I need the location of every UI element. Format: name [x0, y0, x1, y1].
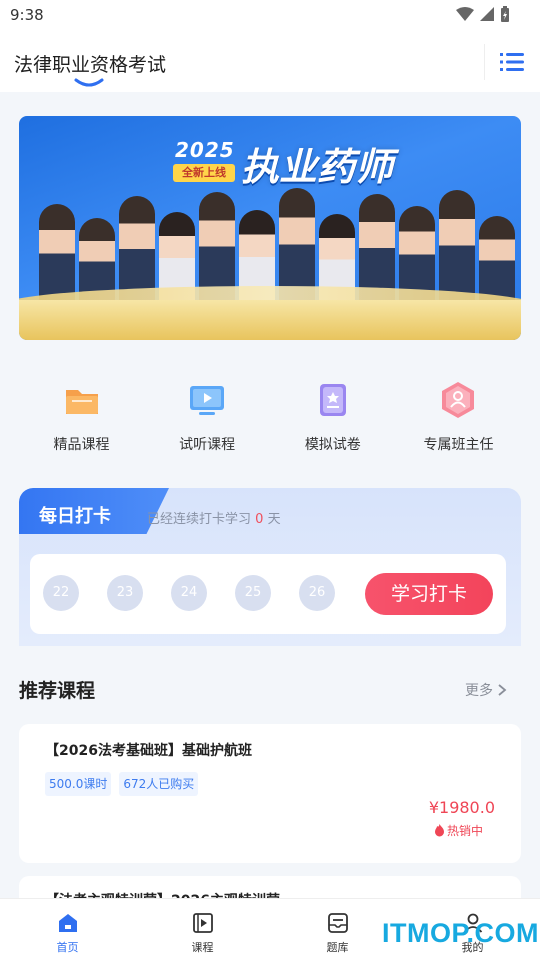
checkin-count: 0 [255, 512, 264, 527]
promo-banner[interactable]: 2025 全新上线 执业药师 [19, 116, 521, 340]
status-bar: 9:38 [0, 0, 540, 32]
status-icons [456, 6, 510, 22]
quick-nav-label: 专属班主任 [423, 437, 494, 453]
course-card[interactable]: 【2026法考基础班】基础护航班 500.0课时 672人已购买 ¥1980.0… [19, 724, 521, 863]
course-hot-badge: 热销中 [434, 822, 483, 839]
quick-nav-label: 模拟试卷 [304, 437, 361, 453]
battery-icon [501, 6, 509, 22]
app-header: 法律职业资格考试 [0, 32, 540, 92]
course-title: 【2026法考基础班】基础护航班 [45, 743, 252, 759]
checkin-panel: 22 23 24 25 26 学习打卡 [30, 554, 506, 634]
folder-icon [65, 390, 98, 414]
course-price: ¥1980.0 [428, 798, 495, 817]
banner-heading: 执业药师 [241, 145, 394, 189]
checkin-day: 26 [299, 575, 335, 611]
quick-nav: 精品课程 试听课程 模拟试卷 专属班主任 [19, 380, 521, 460]
course-tags: 500.0课时 672人已购买 [45, 772, 199, 796]
checkin-status-prefix: 已经连续打卡学习 [147, 512, 252, 527]
page-title[interactable]: 法律职业资格考试 [14, 50, 166, 77]
nav-label: 课程 [191, 941, 214, 954]
banner-tag: 全新上线 [173, 164, 235, 182]
checkin-day-row: 22 23 24 25 26 [43, 575, 335, 611]
course-buyers-tag: 672人已购买 [119, 772, 199, 796]
quick-nav-label: 精品课程 [53, 437, 110, 453]
checkin-day: 23 [107, 575, 143, 611]
section-title: 推荐课程 [19, 680, 96, 702]
checkin-status-suffix: 天 [267, 512, 281, 527]
nav-item-courses[interactable]: 课程 [135, 899, 270, 960]
teacher-badge-icon [442, 382, 475, 418]
watermark: ITMOP.COM [382, 918, 540, 948]
nav-label: 题库 [326, 941, 349, 954]
course-hours-tag: 500.0课时 [45, 772, 112, 796]
nav-item-home[interactable]: 首页 [0, 899, 135, 960]
exam-paper-icon [319, 384, 346, 416]
home-icon [58, 914, 77, 932]
course-icon [192, 913, 213, 933]
course-hot-label: 热销中 [446, 824, 483, 838]
status-time: 9:38 [10, 6, 44, 24]
flame-icon [434, 824, 444, 837]
more-label: 更多 [465, 683, 493, 699]
checkin-day: 25 [235, 575, 271, 611]
checkin-title: 每日打卡 [39, 506, 111, 527]
signal-icon [480, 7, 494, 21]
title-swoosh-icon [74, 78, 104, 87]
quick-nav-label: 试听课程 [179, 437, 236, 453]
checkin-status: 已经连续打卡学习 0 天 [147, 508, 281, 527]
header-divider [484, 44, 485, 80]
video-play-icon [190, 386, 225, 415]
list-menu-icon[interactable] [496, 48, 528, 76]
question-bank-icon [327, 913, 348, 933]
chevron-right-icon [498, 684, 507, 696]
checkin-button[interactable]: 学习打卡 [365, 573, 493, 615]
quick-nav-mock-exam[interactable]: 模拟试卷 [270, 380, 395, 460]
daily-checkin-card: 每日打卡 已经连续打卡学习 0 天 22 23 24 25 26 学习打卡 [19, 488, 521, 646]
quick-nav-premium-courses[interactable]: 精品课程 [19, 380, 144, 460]
checkin-day: 24 [171, 575, 207, 611]
nav-label: 首页 [56, 941, 79, 954]
banner-stage [19, 300, 521, 340]
banner-year: 2025 [175, 138, 235, 162]
quick-nav-trial-courses[interactable]: 试听课程 [145, 380, 270, 460]
more-link[interactable]: 更多 [465, 680, 507, 700]
quick-nav-class-advisor[interactable]: 专属班主任 [396, 380, 521, 460]
wifi-icon [456, 7, 474, 21]
checkin-day: 22 [43, 575, 79, 611]
